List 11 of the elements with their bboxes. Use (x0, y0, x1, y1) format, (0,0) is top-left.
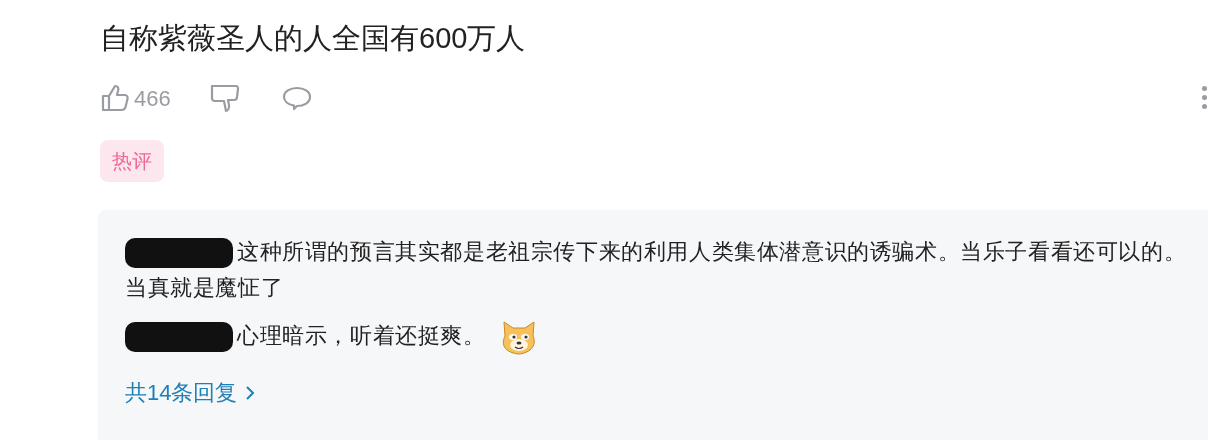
dislike-button[interactable] (208, 82, 241, 114)
comment-text: 自称紫薇圣人的人全国有600万人 (100, 21, 527, 56)
thumbs-down-icon (208, 82, 241, 114)
chevron-right-icon (245, 385, 256, 402)
more-icon[interactable] (1202, 86, 1207, 109)
view-replies-link[interactable]: 共14条回复 (125, 378, 256, 409)
reply-text: 这种所谓的预言其实都是老祖宗传下来的利用人类集体潜意识的诱骗术。当乐子看看还可以的。当真就是魔怔了 (125, 239, 1187, 300)
like-button[interactable]: 466 (100, 81, 171, 115)
hot-comment-tag: 热评 (100, 140, 164, 182)
thumbs-up-icon (100, 82, 132, 114)
reply-text: 心理暗示，听着还挺爽。 (237, 323, 486, 348)
